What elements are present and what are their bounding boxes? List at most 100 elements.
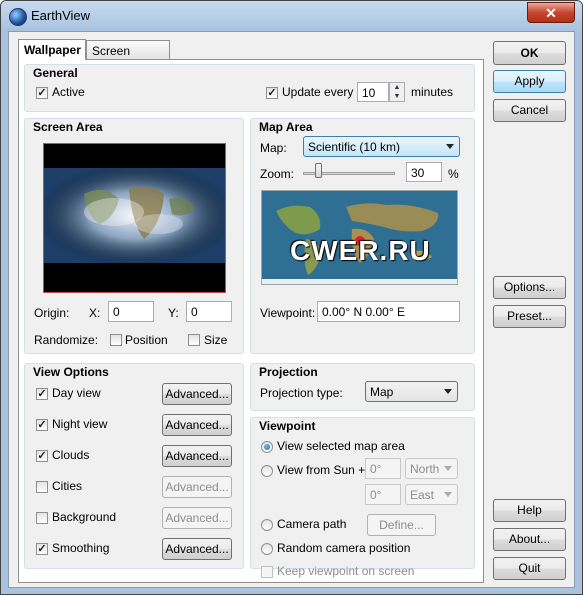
- chevron-down-icon: [446, 144, 454, 149]
- keep-viewpoint-label: Keep viewpoint on screen: [277, 564, 415, 578]
- projection-type-label: Projection type:: [260, 386, 343, 400]
- preset-button[interactable]: Preset...: [493, 305, 566, 328]
- options-button[interactable]: Options...: [493, 276, 566, 299]
- chevron-down-icon: [444, 466, 452, 471]
- projection-type-value: Map: [370, 385, 394, 399]
- about-button[interactable]: About...: [493, 528, 566, 551]
- map-select-value: Scientific (10 km): [308, 140, 401, 154]
- sun-latitude-direction-select[interactable]: North: [405, 458, 458, 479]
- zoom-input[interactable]: 30: [406, 162, 442, 182]
- view-selected-label: View selected map area: [277, 439, 405, 453]
- day-view-label: Day view: [52, 386, 101, 400]
- tab-wallpaper[interactable]: Wallpaper: [18, 39, 86, 60]
- watermark-text: CWER.RU: [290, 235, 431, 266]
- randomize-position-label: Position: [125, 333, 168, 347]
- title-bar[interactable]: EarthView ✕: [1, 1, 582, 31]
- minutes-label: minutes: [411, 85, 454, 99]
- background-label: Background: [52, 510, 117, 524]
- origin-label: Origin:: [34, 306, 70, 320]
- earthview-window: EarthView ✕ Wallpaper Screen Saver Gener…: [0, 0, 583, 595]
- zoom-label: Zoom:: [260, 167, 295, 181]
- background-advanced-button[interactable]: Advanced...: [162, 507, 232, 529]
- cities-checkbox[interactable]: [36, 481, 48, 493]
- smoothing-label: Smoothing: [52, 541, 110, 555]
- cities-label: Cities: [52, 479, 83, 493]
- cancel-button[interactable]: Cancel: [493, 99, 566, 122]
- earth-icon: [9, 8, 27, 26]
- active-label: Active: [52, 85, 85, 99]
- zoom-slider-thumb[interactable]: [315, 163, 322, 178]
- general-title: General: [33, 66, 78, 80]
- viewpoint-label: Viewpoint:: [260, 306, 316, 320]
- randomize-position-checkbox[interactable]: [110, 334, 122, 346]
- keep-viewpoint-checkbox[interactable]: [261, 566, 273, 578]
- clouds-advanced-button[interactable]: Advanced...: [162, 445, 232, 467]
- clouds-label: Clouds: [52, 448, 90, 462]
- background-checkbox[interactable]: [36, 512, 48, 524]
- day-view-checkbox[interactable]: ✓: [36, 388, 48, 400]
- map-label: Map:: [260, 141, 287, 155]
- projection-type-select[interactable]: Map: [365, 381, 458, 402]
- zoom-percent-label: %: [448, 167, 459, 181]
- day-view-advanced-button[interactable]: Advanced...: [162, 383, 232, 405]
- world-map-thumbnail[interactable]: CWER.RU: [261, 190, 458, 285]
- projection-title: Projection: [259, 365, 318, 379]
- define-button[interactable]: Define...: [367, 514, 436, 536]
- update-interval-input[interactable]: 10: [357, 82, 389, 102]
- random-camera-radio[interactable]: [261, 543, 273, 555]
- view-from-sun-label: View from Sun +: [277, 463, 366, 477]
- origin-x-input[interactable]: 0: [108, 301, 154, 322]
- randomize-label: Randomize:: [34, 333, 99, 347]
- night-view-advanced-button[interactable]: Advanced...: [162, 414, 232, 436]
- ok-button[interactable]: OK: [493, 41, 566, 65]
- chevron-down-icon: [444, 389, 452, 394]
- sun-longitude-direction-select[interactable]: East: [405, 484, 458, 505]
- sun-latitude-input[interactable]: 0°: [365, 458, 401, 479]
- view-options-title: View Options: [33, 365, 109, 379]
- map-area-title: Map Area: [259, 120, 313, 134]
- spin-down-icon[interactable]: ▼: [390, 92, 404, 101]
- smoothing-checkbox[interactable]: ✓: [36, 543, 48, 555]
- longitude-direction-value: East: [410, 488, 435, 502]
- projection-group: Projection Projection type: Map: [250, 363, 475, 411]
- sun-longitude-input[interactable]: 0°: [365, 484, 401, 505]
- viewpoint-group: Viewpoint View selected map area View fr…: [250, 417, 475, 578]
- cities-advanced-button[interactable]: Advanced...: [162, 476, 232, 498]
- map-area-group: Map Area Map: Scientific (10 km) Zoom: 3…: [250, 118, 475, 354]
- view-options-group: View Options ✓ Day view Advanced... ✓ Ni…: [24, 363, 244, 569]
- view-selected-radio[interactable]: [261, 441, 273, 453]
- help-button[interactable]: Help: [493, 499, 566, 522]
- update-interval-spinner[interactable]: ▲ ▼: [389, 82, 405, 102]
- apply-button[interactable]: Apply: [493, 70, 566, 93]
- randomize-size-checkbox[interactable]: [188, 334, 200, 346]
- spin-up-icon[interactable]: ▲: [390, 83, 404, 92]
- window-title: EarthView: [31, 8, 91, 23]
- tab-screen-saver[interactable]: Screen Saver: [86, 40, 170, 72]
- update-every-checkbox[interactable]: ✓: [266, 87, 278, 99]
- smoothing-advanced-button[interactable]: Advanced...: [162, 538, 232, 560]
- camera-path-label: Camera path: [277, 517, 347, 531]
- latitude-direction-value: North: [410, 462, 440, 476]
- close-button[interactable]: ✕: [527, 2, 575, 23]
- general-group: General ✓ Active ✓ Update every 10 ▲ ▼ m…: [24, 64, 475, 112]
- view-from-sun-radio[interactable]: [261, 465, 273, 477]
- wallpaper-tab-panel: General ✓ Active ✓ Update every 10 ▲ ▼ m…: [18, 59, 484, 583]
- quit-button[interactable]: Quit: [493, 557, 566, 580]
- night-view-label: Night view: [52, 417, 108, 431]
- dialog-client: Wallpaper Screen Saver General ✓ Active …: [8, 31, 575, 588]
- active-checkbox[interactable]: ✓: [36, 87, 48, 99]
- night-view-checkbox[interactable]: ✓: [36, 419, 48, 431]
- clouds-checkbox[interactable]: ✓: [36, 450, 48, 462]
- random-camera-label: Random camera position: [277, 541, 411, 555]
- camera-path-radio[interactable]: [261, 519, 273, 531]
- randomize-size-label: Size: [204, 333, 228, 347]
- screen-preview[interactable]: [43, 143, 226, 293]
- origin-y-input[interactable]: 0: [186, 301, 232, 322]
- update-every-label: Update every: [282, 85, 354, 99]
- map-select[interactable]: Scientific (10 km): [303, 136, 460, 157]
- viewpoint-coordinates-field[interactable]: 0.00° N 0.00° E: [317, 301, 460, 322]
- chevron-down-icon: [444, 492, 452, 497]
- screen-area-title: Screen Area: [33, 120, 103, 134]
- origin-y-label: Y:: [168, 306, 179, 320]
- earth-preview-image: [44, 168, 225, 263]
